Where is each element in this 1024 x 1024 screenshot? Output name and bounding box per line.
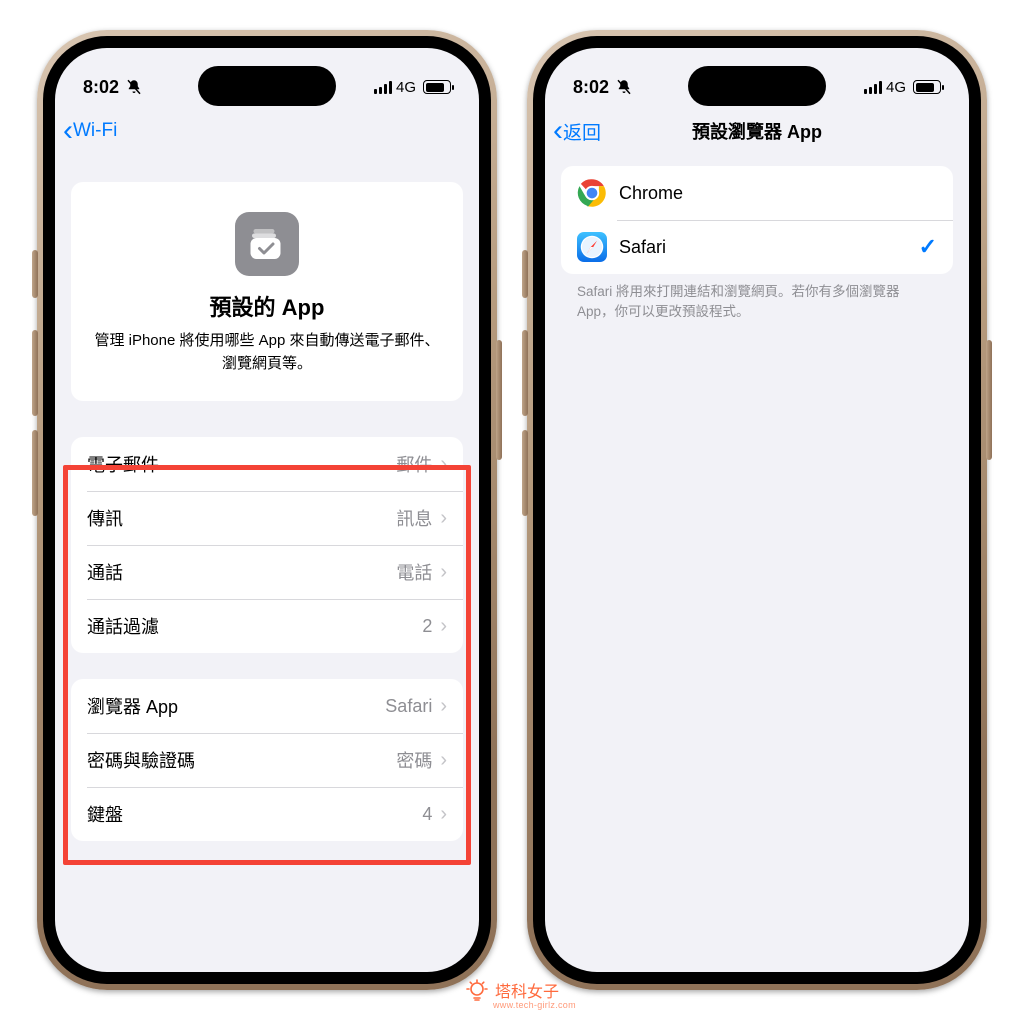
back-button[interactable]: ‹ Wi-Fi bbox=[63, 120, 117, 142]
side-button-left-1 bbox=[522, 250, 528, 298]
status-time: 8:02 bbox=[83, 77, 119, 98]
safari-icon bbox=[577, 232, 607, 262]
phone-left: 8:02 4G ‹ Wi-Fi bbox=[37, 30, 497, 990]
app-name: Safari bbox=[619, 237, 907, 258]
silent-mode-icon bbox=[125, 78, 143, 96]
settings-group-2: 瀏覽器 App Safari › 密碼與驗證碼 密碼 › 鍵盤 4 › bbox=[71, 679, 463, 841]
default-apps-icon bbox=[235, 212, 299, 276]
hero-card: 預設的 App 管理 iPhone 將使用哪些 App 來自動傳送電子郵件、瀏覽… bbox=[71, 182, 463, 401]
network-label: 4G bbox=[886, 79, 906, 96]
hero-description: 管理 iPhone 將使用哪些 App 來自動傳送電子郵件、瀏覽網頁等。 bbox=[91, 330, 443, 375]
app-name: Chrome bbox=[619, 183, 937, 204]
row-chrome[interactable]: Chrome bbox=[561, 166, 953, 220]
signal-bars-icon bbox=[864, 80, 882, 94]
side-button-left-3 bbox=[522, 430, 528, 516]
nav-bar: ‹ Wi-Fi bbox=[55, 106, 479, 156]
row-passwords[interactable]: 密碼與驗證碼 密碼 › bbox=[71, 733, 463, 787]
back-label: 返回 bbox=[563, 118, 601, 145]
side-button-right bbox=[986, 340, 992, 460]
lightbulb-icon bbox=[465, 978, 489, 1002]
silent-mode-icon bbox=[615, 78, 633, 96]
hero-title: 預設的 App bbox=[91, 290, 443, 322]
signal-bars-icon bbox=[374, 80, 392, 94]
side-button-left-2 bbox=[522, 330, 528, 416]
nav-bar: ‹ 返回 預設瀏覽器 App bbox=[545, 106, 969, 156]
back-button[interactable]: ‹ 返回 bbox=[553, 118, 601, 145]
footer-note: Safari 將用來打開連結和瀏覽網頁。若你有多個瀏覽器 App，你可以更改預設… bbox=[561, 274, 953, 321]
chevron-left-icon: ‹ bbox=[553, 125, 563, 137]
browser-list: Chrome Safari ✓ bbox=[561, 166, 953, 274]
battery-icon bbox=[423, 80, 451, 94]
page-title: 預設瀏覽器 App bbox=[545, 118, 969, 144]
chevron-right-icon: › bbox=[440, 803, 447, 826]
chevron-right-icon: › bbox=[440, 695, 447, 718]
chevron-right-icon: › bbox=[440, 615, 447, 638]
side-button-left-1 bbox=[32, 250, 38, 298]
settings-group-1: 電子郵件 郵件 › 傳訊 訊息 › 通話 電話 › bbox=[71, 437, 463, 653]
network-label: 4G bbox=[396, 79, 416, 96]
watermark-text: 塔科女子 bbox=[495, 978, 559, 1002]
chevron-right-icon: › bbox=[440, 749, 447, 772]
watermark-sub: www.tech-girlz.com bbox=[493, 1000, 576, 1010]
chevron-right-icon: › bbox=[440, 507, 447, 530]
side-button-right bbox=[496, 340, 502, 460]
battery-icon bbox=[913, 80, 941, 94]
dynamic-island bbox=[688, 66, 826, 106]
row-email[interactable]: 電子郵件 郵件 › bbox=[71, 437, 463, 491]
dynamic-island bbox=[198, 66, 336, 106]
status-time: 8:02 bbox=[573, 77, 609, 98]
row-safari[interactable]: Safari ✓ bbox=[561, 220, 953, 274]
chevron-right-icon: › bbox=[440, 453, 447, 476]
row-calling[interactable]: 通話 電話 › bbox=[71, 545, 463, 599]
side-button-left-2 bbox=[32, 330, 38, 416]
chevron-left-icon: ‹ bbox=[63, 125, 73, 137]
phone-right: 8:02 4G ‹ 返回 預設瀏覽器 App bbox=[527, 30, 987, 990]
back-label: Wi-Fi bbox=[73, 120, 117, 142]
checkmark-icon: ✓ bbox=[919, 234, 937, 260]
chrome-icon bbox=[577, 178, 607, 208]
row-messaging[interactable]: 傳訊 訊息 › bbox=[71, 491, 463, 545]
row-browser[interactable]: 瀏覽器 App Safari › bbox=[71, 679, 463, 733]
row-call-filter[interactable]: 通話過濾 2 › bbox=[71, 599, 463, 653]
row-keyboard[interactable]: 鍵盤 4 › bbox=[71, 787, 463, 841]
chevron-right-icon: › bbox=[440, 561, 447, 584]
side-button-left-3 bbox=[32, 430, 38, 516]
watermark: 塔科女子 www.tech-girlz.com bbox=[465, 978, 559, 1002]
